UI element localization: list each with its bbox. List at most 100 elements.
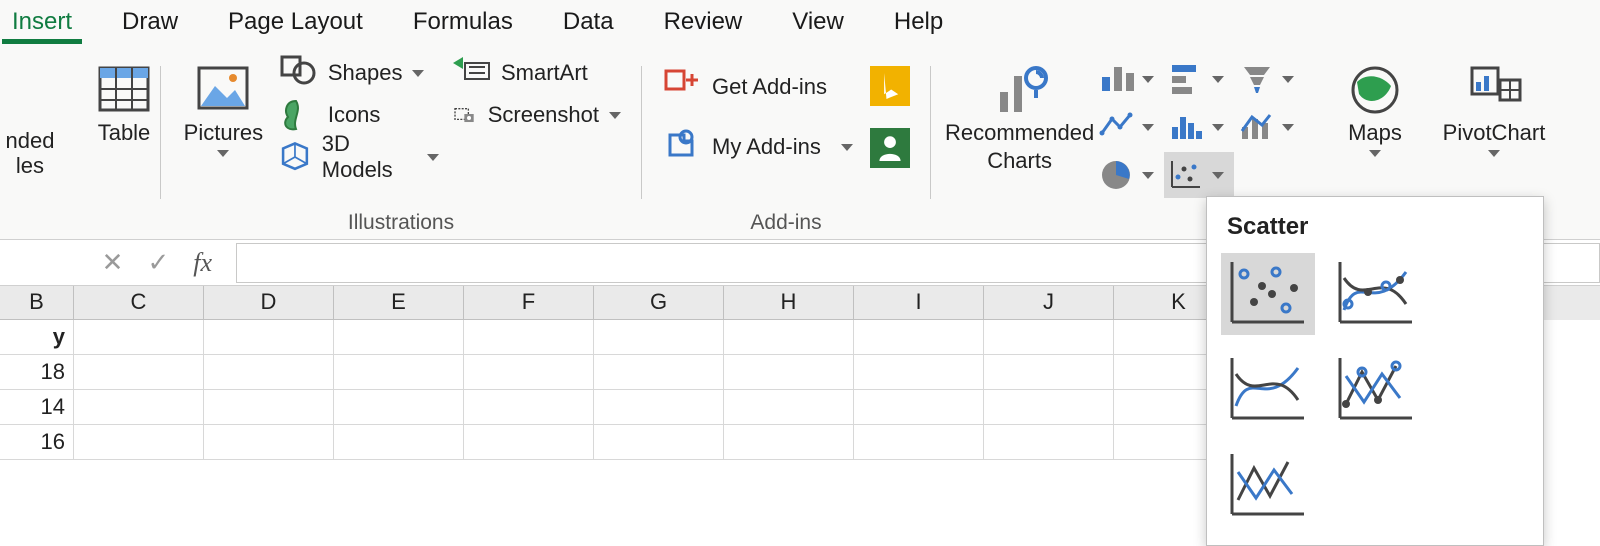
cell[interactable] (854, 355, 984, 390)
column-chart-button[interactable] (1094, 56, 1164, 102)
cell[interactable]: y (0, 320, 74, 355)
cell[interactable] (594, 425, 724, 460)
tab-page-layout[interactable]: Page Layout (222, 6, 369, 42)
tab-draw[interactable]: Draw (116, 6, 184, 42)
column-header[interactable]: I (854, 286, 984, 320)
scatter-chart-gallery: Scatter (1206, 196, 1544, 546)
3d-models-label: 3D Models (322, 131, 411, 183)
column-header[interactable]: F (464, 286, 594, 320)
shapes-button[interactable]: Shapes (272, 52, 445, 94)
cell[interactable] (464, 425, 594, 460)
smartart-icon (451, 53, 491, 93)
cell[interactable] (854, 320, 984, 355)
3d-models-button[interactable]: 3D Models (272, 136, 445, 178)
scatter-chart-button[interactable] (1164, 152, 1234, 198)
table-icon (96, 62, 152, 118)
cell[interactable] (74, 390, 204, 425)
pie-chart-button[interactable] (1094, 152, 1164, 198)
cell[interactable] (594, 390, 724, 425)
chevron-down-icon (217, 150, 229, 157)
cell[interactable]: 14 (0, 390, 74, 425)
column-header[interactable]: E (334, 286, 464, 320)
tab-formulas[interactable]: Formulas (407, 6, 519, 42)
cell[interactable] (594, 320, 724, 355)
scatter-option-straight[interactable] (1221, 445, 1315, 527)
column-header[interactable]: G (594, 286, 724, 320)
cell[interactable] (204, 390, 334, 425)
formula-cancel-button[interactable]: ✕ (102, 247, 124, 278)
tab-data[interactable]: Data (557, 6, 620, 42)
recommended-charts-button[interactable]: Recommended Charts (945, 52, 1094, 174)
cell[interactable] (334, 320, 464, 355)
column-header[interactable]: D (204, 286, 334, 320)
chevron-down-icon (1212, 124, 1224, 131)
cell[interactable] (724, 320, 854, 355)
recommended-charts-label-2: Charts (987, 148, 1052, 174)
tab-help[interactable]: Help (888, 6, 949, 42)
cell[interactable] (464, 320, 594, 355)
cell[interactable] (594, 355, 724, 390)
get-addins-label: Get Add-ins (712, 74, 827, 100)
cell[interactable] (334, 425, 464, 460)
icons-button[interactable]: Icons (272, 94, 445, 136)
insert-function-button[interactable]: fx (193, 248, 212, 278)
column-header[interactable]: C (74, 286, 204, 320)
pictures-button[interactable]: Pictures (175, 52, 272, 157)
cell[interactable] (204, 425, 334, 460)
cell[interactable] (854, 390, 984, 425)
cell[interactable]: 16 (0, 425, 74, 460)
tab-view[interactable]: View (786, 6, 850, 42)
recommended-charts-icon (992, 62, 1048, 118)
scatter-gallery-title: Scatter (1215, 209, 1535, 253)
cell[interactable]: 18 (0, 355, 74, 390)
combo-chart-button[interactable] (1234, 104, 1304, 150)
bing-addin-button[interactable] (870, 66, 910, 106)
cell[interactable] (334, 355, 464, 390)
column-header[interactable]: H (724, 286, 854, 320)
pivotchart-button[interactable]: PivotChart (1435, 52, 1553, 157)
screenshot-button[interactable]: Screenshot (445, 94, 627, 136)
cell[interactable] (74, 320, 204, 355)
pictures-label: Pictures (184, 120, 263, 146)
scatter-option-smooth-markers[interactable] (1329, 253, 1423, 335)
my-addins-button[interactable]: My Add-ins (656, 126, 870, 168)
cell[interactable] (204, 355, 334, 390)
cell[interactable] (984, 320, 1114, 355)
scatter-option-smooth[interactable] (1221, 349, 1315, 431)
tab-insert[interactable]: Insert (6, 6, 78, 42)
scatter-option-markers[interactable] (1221, 253, 1315, 335)
smartart-button[interactable]: SmartArt (445, 52, 627, 94)
recommended-pivottables-button[interactable]: nded les (0, 52, 60, 179)
chevron-down-icon (1282, 76, 1294, 83)
formula-enter-button[interactable]: ✓ (147, 247, 169, 278)
cell[interactable] (464, 355, 594, 390)
tab-review[interactable]: Review (658, 6, 749, 42)
maps-button[interactable]: Maps (1325, 52, 1425, 157)
get-addins-button[interactable]: Get Add-ins (656, 66, 870, 108)
table-button[interactable]: Table (74, 52, 174, 146)
column-header[interactable]: J (984, 286, 1114, 320)
column-header[interactable]: B (0, 286, 74, 320)
cell[interactable] (854, 425, 984, 460)
bar-chart-button[interactable] (1164, 56, 1234, 102)
icons-icon (278, 95, 318, 135)
scatter-option-straight-markers[interactable] (1329, 349, 1423, 431)
group-label-addins: Add-ins (642, 211, 930, 235)
cell[interactable] (204, 320, 334, 355)
cell[interactable] (74, 355, 204, 390)
cell[interactable] (464, 390, 594, 425)
cell[interactable] (984, 425, 1114, 460)
cell[interactable] (724, 425, 854, 460)
people-addin-button[interactable] (870, 128, 910, 168)
cell[interactable] (724, 390, 854, 425)
chevron-down-icon (1142, 76, 1154, 83)
cell[interactable] (984, 390, 1114, 425)
line-chart-button[interactable] (1094, 104, 1164, 150)
waterfall-chart-button[interactable] (1234, 56, 1304, 102)
cell[interactable] (74, 425, 204, 460)
histogram-chart-button[interactable] (1164, 104, 1234, 150)
cell[interactable] (334, 390, 464, 425)
pivotchart-label: PivotChart (1443, 120, 1546, 146)
cell[interactable] (984, 355, 1114, 390)
cell[interactable] (724, 355, 854, 390)
